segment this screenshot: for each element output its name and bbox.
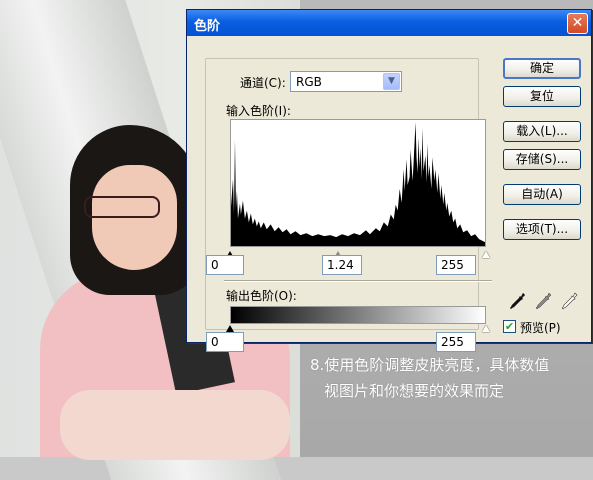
gray-point-eyedropper-icon[interactable] xyxy=(536,292,552,310)
channel-value: RGB xyxy=(296,75,322,89)
input-black-value: 0 xyxy=(211,258,219,272)
output-black-field[interactable]: 0 xyxy=(206,332,244,352)
close-button[interactable]: ✕ xyxy=(567,13,588,34)
dialog-body: 通道(C): RGB ▼ 输入色阶(I): 0 1.24 255 输出色阶(O)… xyxy=(190,37,588,352)
levels-groupbox: 通道(C): RGB ▼ 输入色阶(I): 0 1.24 255 输出色阶(O)… xyxy=(205,58,492,352)
black-point-eyedropper-icon[interactable] xyxy=(510,292,526,310)
options-button[interactable]: 选项(T)... xyxy=(503,219,581,240)
output-black-value: 0 xyxy=(211,335,219,349)
output-white-field[interactable]: 255 xyxy=(436,332,476,352)
output-white-value: 255 xyxy=(441,335,464,349)
caption-line-2: 视图片和你想要的效果而定 xyxy=(324,382,505,400)
input-white-value: 255 xyxy=(441,258,464,272)
output-gradient-bar xyxy=(230,306,486,324)
preview-label: 预览(P) xyxy=(520,321,561,335)
output-levels-label: 输出色阶(O): xyxy=(226,289,297,303)
dialog-titlebar[interactable]: 色阶 ✕ xyxy=(187,10,591,36)
ok-button[interactable]: 确定 xyxy=(503,58,581,79)
input-white-point-handle[interactable] xyxy=(482,251,490,258)
dialog-title: 色阶 xyxy=(194,19,221,34)
separator xyxy=(224,280,492,282)
chevron-down-icon[interactable]: ▼ xyxy=(383,73,400,90)
levels-dialog: 色阶 ✕ 通道(C): RGB ▼ 输入色阶(I): 0 1.24 255 输出… xyxy=(186,9,592,352)
auto-button[interactable]: 自动(A) xyxy=(503,184,581,205)
eyedropper-group xyxy=(510,292,582,312)
load-button[interactable]: 载入(L)... xyxy=(503,121,581,142)
input-black-field[interactable]: 0 xyxy=(206,255,244,275)
reset-button[interactable]: 复位 xyxy=(503,86,581,107)
channel-label: 通道(C): xyxy=(238,74,288,91)
caption-line-1: 8.使用色阶调整皮肤亮度，具体数值 xyxy=(310,356,550,374)
photo-subject-glasses xyxy=(84,196,160,218)
white-point-eyedropper-icon[interactable] xyxy=(562,292,578,310)
preview-checkbox[interactable]: ✔ xyxy=(503,320,516,333)
input-gamma-value: 1.24 xyxy=(327,258,354,272)
save-button[interactable]: 存储(S)... xyxy=(503,149,581,170)
tutorial-caption: 8.使用色阶调整皮肤亮度，具体数值 视图片和你想要的效果而定 xyxy=(310,352,590,404)
channel-select[interactable]: RGB ▼ xyxy=(290,71,402,92)
close-icon: ✕ xyxy=(571,15,584,31)
output-black-point-handle[interactable] xyxy=(226,325,234,332)
input-levels-label: 输入色阶(I): xyxy=(226,104,291,118)
output-white-point-handle[interactable] xyxy=(482,325,490,332)
input-white-field[interactable]: 255 xyxy=(436,255,476,275)
input-gamma-field[interactable]: 1.24 xyxy=(322,255,362,275)
histogram-curve xyxy=(231,121,485,246)
histogram xyxy=(230,119,486,247)
photo-subject-arms xyxy=(60,390,290,460)
